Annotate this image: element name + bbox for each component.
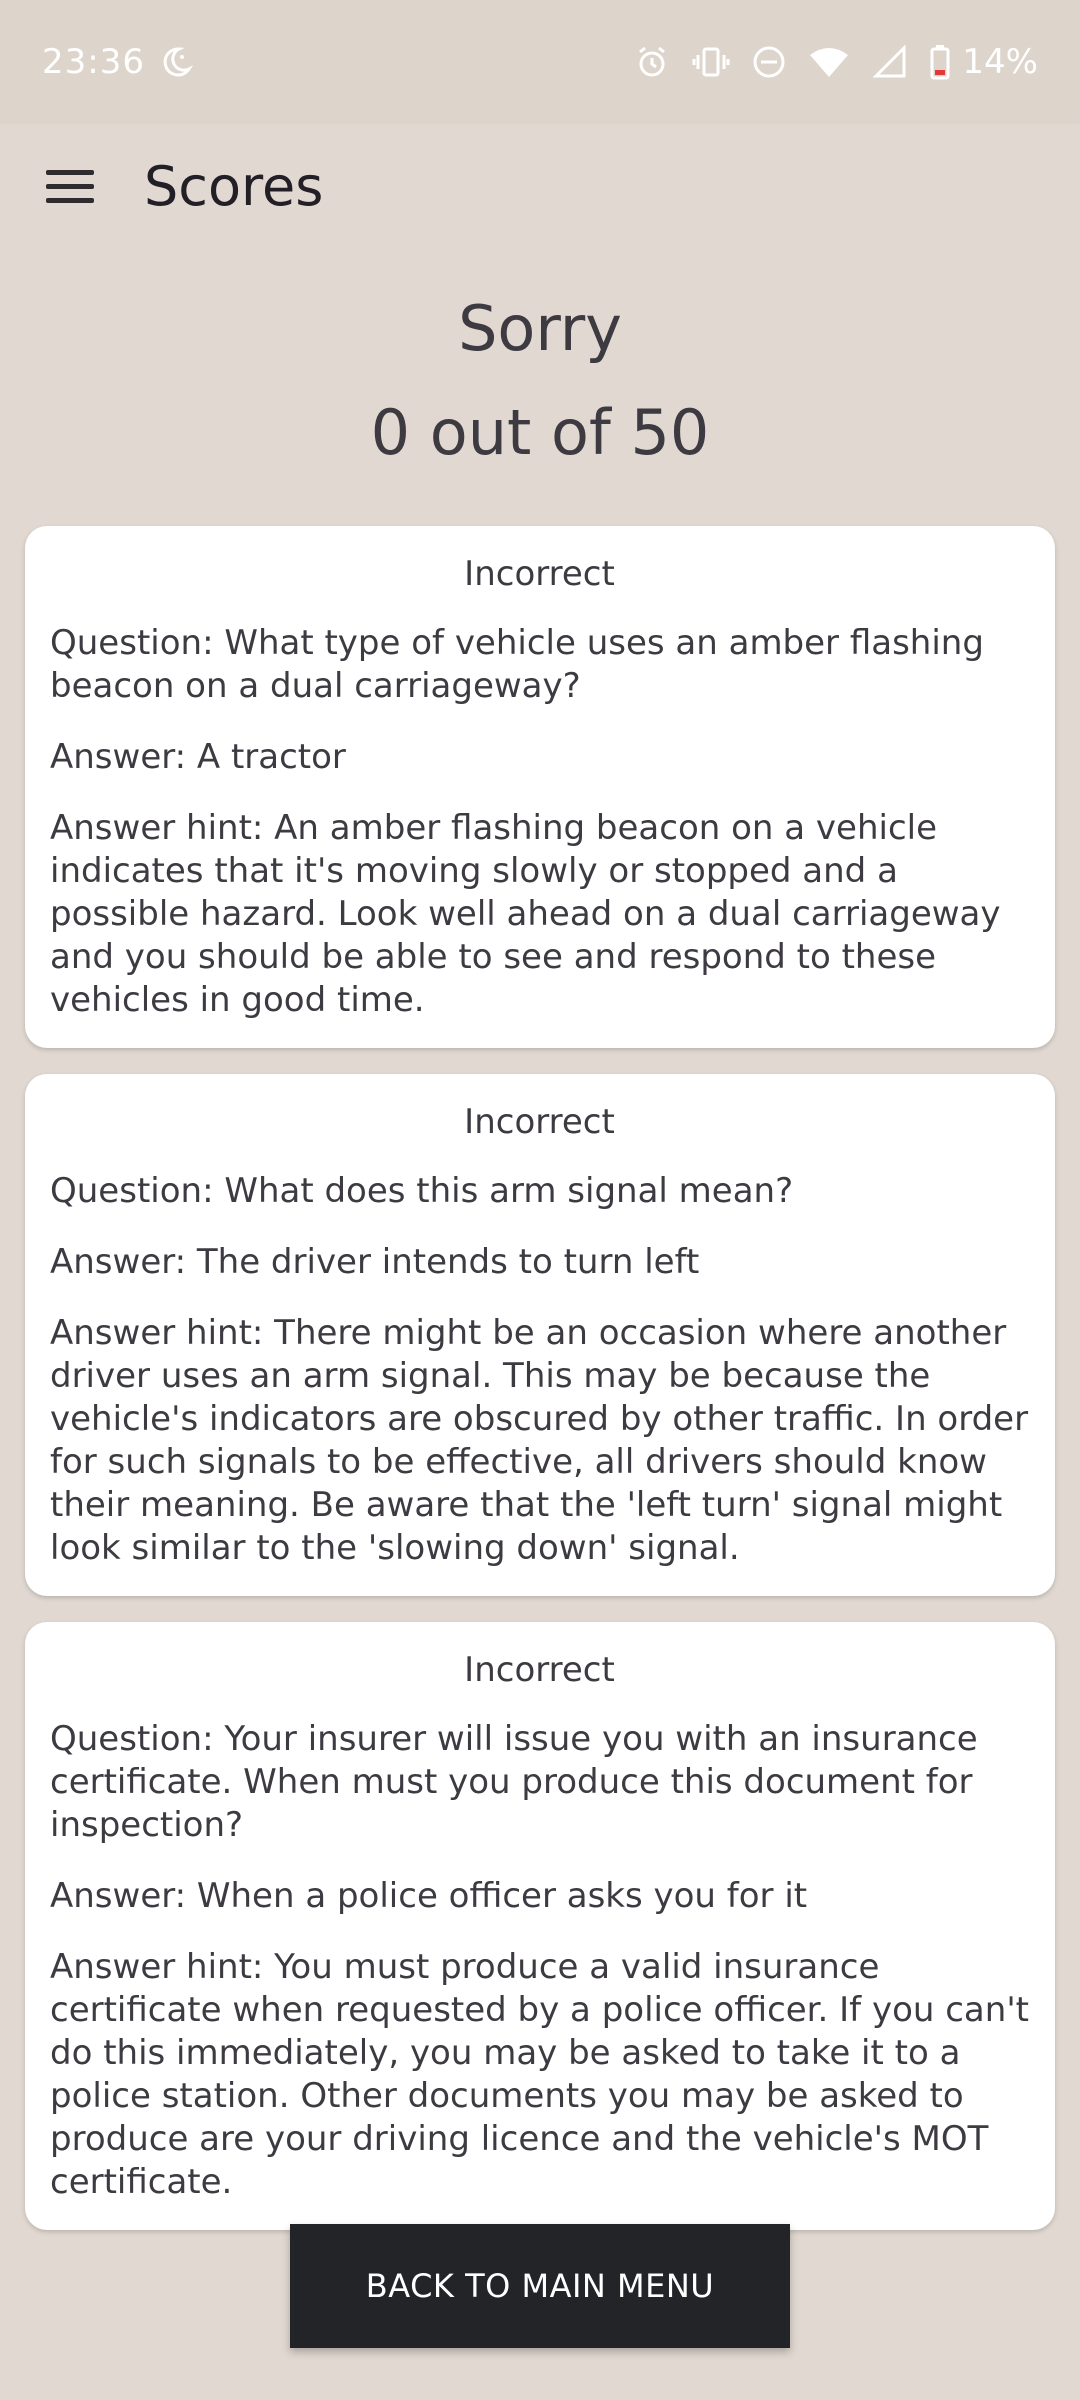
moon-icon <box>159 45 193 79</box>
question-text: Question: What type of vehicle uses an a… <box>50 623 984 706</box>
result-score: 0 out of 50 <box>370 396 710 469</box>
result-card: Incorrect Question: Your insurer will is… <box>25 1622 1055 2230</box>
answer-hint-text: Answer hint: There might be an occasion … <box>50 1313 1029 1568</box>
battery-percentage: 14% <box>962 42 1038 82</box>
vibrate-icon <box>692 45 730 79</box>
card-status: Incorrect <box>464 1102 615 1142</box>
answer-text: Answer: When a police officer asks you f… <box>50 1876 808 1916</box>
menu-button[interactable] <box>34 150 106 222</box>
result-card: Incorrect Question: What type of vehicle… <box>25 526 1055 1048</box>
status-left: 23:36 <box>42 42 193 82</box>
result-card: Incorrect Question: What does this arm s… <box>25 1074 1055 1596</box>
back-to-main-menu-button[interactable]: BACK TO MAIN MENU <box>290 2224 790 2348</box>
answer-hint-text: Answer hint: An amber flashing beacon on… <box>50 808 1001 1020</box>
status-bar: 23:36 14% <box>0 0 1080 124</box>
status-time: 23:36 <box>42 42 145 82</box>
answer-text: Answer: A tractor <box>50 737 346 777</box>
do-not-disturb-icon <box>752 45 786 79</box>
wifi-icon <box>808 45 850 79</box>
battery-icon <box>930 44 950 80</box>
question-text: Question: What does this arm signal mean… <box>50 1171 794 1211</box>
result-card-list: Incorrect Question: What type of vehicle… <box>25 526 1055 2256</box>
signal-icon <box>872 44 908 80</box>
result-title: Sorry <box>458 292 622 365</box>
card-status: Incorrect <box>464 1650 615 1690</box>
app-bar: Scores <box>0 124 1080 248</box>
page-title: Scores <box>144 154 324 218</box>
answer-text: Answer: The driver intends to turn left <box>50 1242 700 1282</box>
question-text: Question: Your insurer will issue you wi… <box>50 1719 978 1845</box>
answer-hint-text: Answer hint: You must produce a valid in… <box>50 1947 1029 2202</box>
status-right: 14% <box>634 42 1038 82</box>
menu-icon <box>46 169 94 175</box>
alarm-icon <box>634 44 670 80</box>
card-status: Incorrect <box>464 554 615 594</box>
